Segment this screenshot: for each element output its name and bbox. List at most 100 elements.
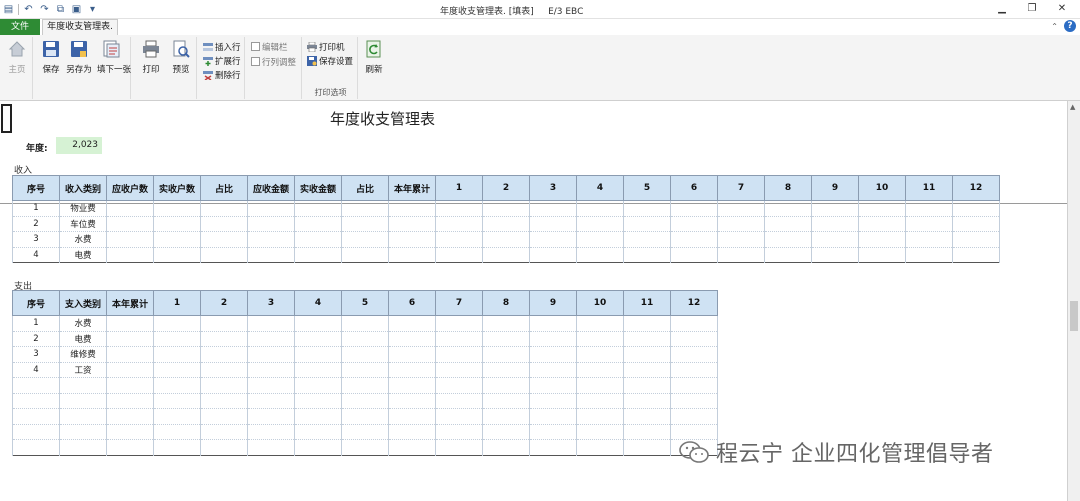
refresh-button[interactable]: 刷新 — [360, 39, 388, 75]
table-cell[interactable] — [388, 231, 436, 248]
table-cell[interactable] — [482, 408, 530, 425]
table-cell[interactable] — [905, 231, 953, 248]
undo-icon[interactable]: ↶ — [22, 3, 35, 16]
table-cell[interactable] — [294, 362, 342, 378]
save-as-button[interactable]: 另存为 — [65, 39, 93, 75]
table-cell[interactable] — [200, 439, 248, 456]
table-cell[interactable] — [576, 200, 624, 217]
table-cell[interactable] — [341, 377, 389, 394]
table-cell[interactable] — [623, 247, 671, 263]
table-cell[interactable] — [858, 231, 906, 248]
table-cell[interactable] — [200, 377, 248, 394]
table-cell[interactable] — [623, 231, 671, 248]
table-cell[interactable] — [200, 216, 248, 232]
save-button[interactable]: 保存 — [37, 39, 65, 75]
table-cell[interactable] — [12, 377, 60, 394]
table-cell[interactable] — [623, 439, 671, 456]
table-cell[interactable] — [106, 424, 154, 440]
table-cell[interactable] — [858, 200, 906, 217]
table-cell[interactable] — [388, 439, 436, 456]
table-cell[interactable] — [576, 346, 624, 363]
table-cell[interactable] — [200, 200, 248, 217]
vertical-scrollbar[interactable]: ▲ — [1067, 101, 1080, 501]
table-cell[interactable] — [247, 439, 295, 456]
table-cell[interactable] — [529, 424, 577, 440]
table-cell[interactable] — [482, 315, 530, 332]
table-cell[interactable] — [388, 377, 436, 394]
table-cell[interactable] — [623, 424, 671, 440]
table-cell[interactable] — [247, 231, 295, 248]
table-cell[interactable] — [482, 393, 530, 409]
table-cell[interactable] — [200, 408, 248, 425]
table-cell[interactable] — [482, 216, 530, 232]
table-cell[interactable] — [153, 231, 201, 248]
table-cell[interactable] — [576, 247, 624, 263]
table-cell[interactable] — [717, 200, 765, 217]
table-cell[interactable] — [106, 231, 154, 248]
table-cell[interactable] — [388, 424, 436, 440]
table-cell[interactable] — [764, 247, 812, 263]
table-cell[interactable] — [811, 247, 859, 263]
table-cell[interactable] — [576, 439, 624, 456]
table-cell[interactable] — [106, 331, 154, 347]
table-cell[interactable] — [341, 216, 389, 232]
table-cell[interactable] — [576, 377, 624, 394]
table-cell[interactable] — [153, 408, 201, 425]
table-cell[interactable] — [341, 346, 389, 363]
table-cell[interactable] — [388, 216, 436, 232]
table-cell[interactable] — [482, 200, 530, 217]
table-cell[interactable] — [764, 216, 812, 232]
table-cell[interactable] — [153, 346, 201, 363]
app-menu-icon[interactable]: ▤ — [2, 3, 15, 16]
table-cell[interactable] — [341, 231, 389, 248]
home-button[interactable]: 主页 — [3, 39, 31, 75]
paste-icon[interactable]: ▣ — [70, 3, 83, 16]
table-cell[interactable] — [106, 439, 154, 456]
row-col-adjust-toggle[interactable]: 行列调整 — [251, 55, 296, 68]
table-cell[interactable] — [294, 393, 342, 409]
table-cell[interactable] — [764, 231, 812, 248]
table-cell[interactable] — [200, 231, 248, 248]
table-cell[interactable]: 工资 — [59, 362, 107, 378]
row-col-adjust-checkbox[interactable] — [251, 57, 260, 66]
table-cell[interactable] — [341, 315, 389, 332]
table-cell[interactable] — [952, 231, 1000, 248]
table-cell[interactable] — [482, 424, 530, 440]
help-icon[interactable]: ? — [1064, 20, 1076, 32]
table-cell[interactable] — [106, 315, 154, 332]
table-cell[interactable]: 1 — [12, 315, 60, 332]
table-cell[interactable] — [388, 331, 436, 347]
table-cell[interactable] — [200, 424, 248, 440]
table-cell[interactable] — [670, 331, 718, 347]
table-cell[interactable] — [529, 231, 577, 248]
table-cell[interactable] — [670, 200, 718, 217]
table-cell[interactable] — [670, 408, 718, 425]
table-cell[interactable] — [952, 247, 1000, 263]
table-cell[interactable] — [670, 362, 718, 378]
year-input[interactable]: 2,023 — [56, 137, 102, 154]
table-cell[interactable] — [529, 346, 577, 363]
table-cell[interactable] — [153, 216, 201, 232]
table-cell[interactable] — [341, 200, 389, 217]
table-cell[interactable]: 3 — [12, 346, 60, 363]
table-cell[interactable] — [200, 315, 248, 332]
table-cell[interactable] — [811, 231, 859, 248]
table-cell[interactable] — [12, 408, 60, 425]
table-cell[interactable] — [529, 362, 577, 378]
fill-next-button[interactable]: 填下一张 — [97, 39, 131, 75]
table-cell[interactable] — [341, 408, 389, 425]
table-cell[interactable]: 物业费 — [59, 200, 107, 217]
table-cell[interactable] — [388, 315, 436, 332]
table-cell[interactable] — [529, 331, 577, 347]
table-cell[interactable] — [529, 315, 577, 332]
expand-row-button[interactable]: 扩展行 — [203, 54, 241, 67]
table-cell[interactable] — [106, 216, 154, 232]
table-cell[interactable] — [247, 200, 295, 217]
table-cell[interactable] — [623, 377, 671, 394]
table-cell[interactable] — [576, 408, 624, 425]
table-cell[interactable] — [717, 247, 765, 263]
table-cell[interactable] — [529, 408, 577, 425]
table-cell[interactable] — [200, 393, 248, 409]
table-cell[interactable] — [388, 346, 436, 363]
table-cell[interactable] — [858, 247, 906, 263]
